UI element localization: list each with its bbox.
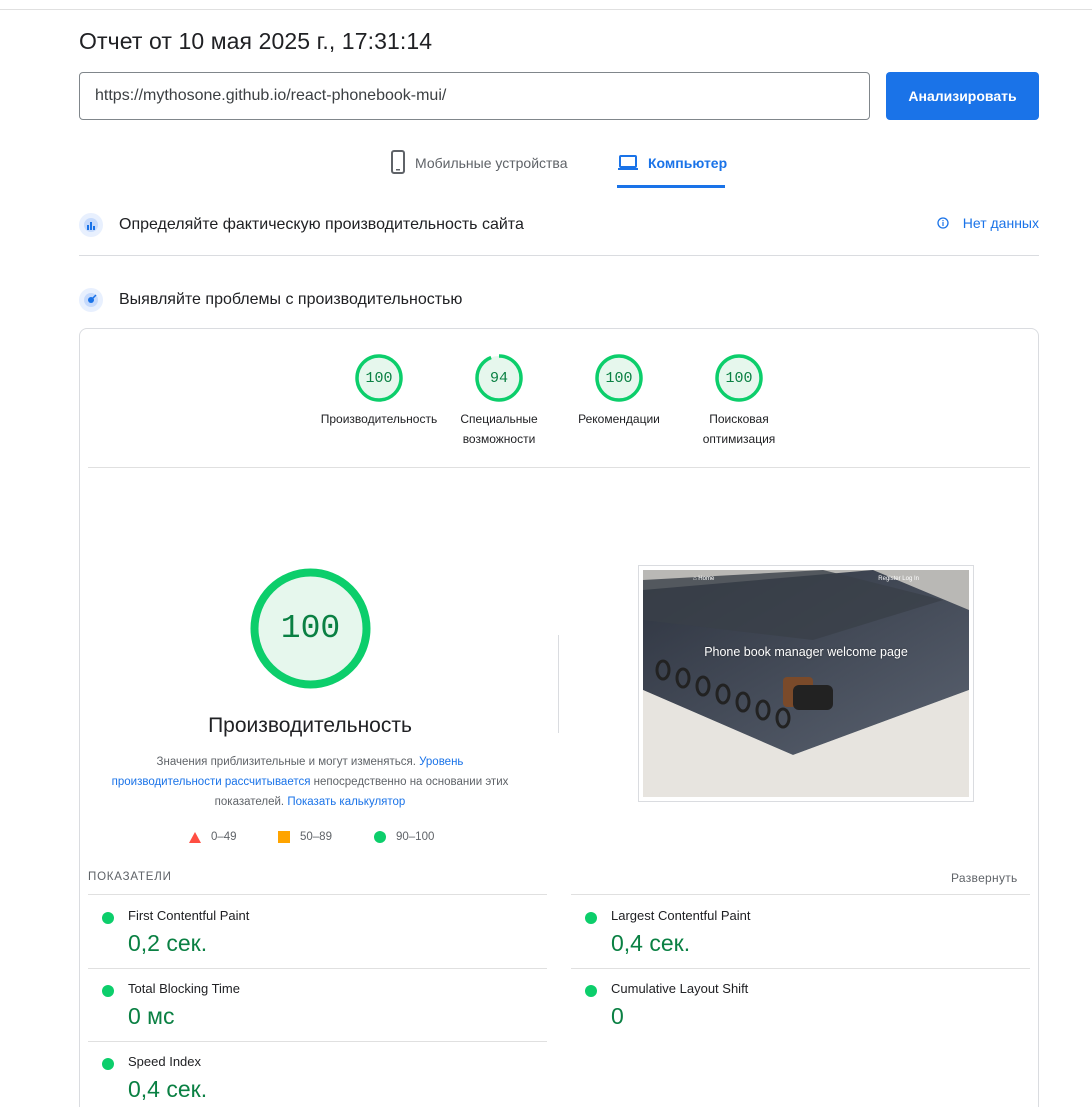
tab-mobile-label: Мобильные устройства — [415, 155, 568, 171]
metric-divider — [88, 968, 547, 969]
metric-divider — [571, 968, 1030, 969]
legend-range: 0–49 — [211, 831, 237, 843]
page-screenshot[interactable]: ⌂ Home Register Log In Phone book manage… — [638, 565, 974, 802]
metric-value: 0,4 сек. — [128, 1076, 208, 1102]
legend-pass: 90–100 — [374, 831, 434, 843]
top-divider — [0, 9, 1092, 10]
legend-range: 50–89 — [300, 831, 332, 843]
metric-divider — [88, 1041, 547, 1042]
field-data-title: Определяйте фактическую производительнос… — [119, 216, 524, 233]
circle-icon — [374, 831, 386, 843]
no-data-link[interactable]: Нет данных — [937, 215, 1039, 231]
metric-value: 0,2 сек. — [128, 930, 208, 956]
metric-name: Largest Contentful Paint — [611, 908, 751, 923]
show-calculator-link[interactable]: Показать калькулятор — [287, 796, 405, 808]
pass-dot-icon — [585, 985, 597, 997]
pass-dot-icon — [585, 912, 597, 924]
metric-value: 0,4 сек. — [611, 930, 691, 956]
tab-desktop[interactable]: Компьютер — [617, 150, 728, 188]
metric-name: Speed Index — [128, 1054, 202, 1069]
desc-text: Значения приблизительные и могут изменят… — [156, 756, 416, 768]
metric-name: Cumulative Layout Shift — [611, 981, 749, 996]
info-icon — [937, 217, 949, 229]
score-accessibility[interactable]: 94 Специальные возможности — [449, 353, 549, 449]
score-label: Рекомендации — [578, 412, 660, 426]
square-icon — [278, 831, 290, 843]
screenshot-image: ⌂ Home Register Log In Phone book manage… — [643, 570, 969, 797]
field-data-icon — [79, 213, 103, 237]
triangle-icon — [189, 831, 201, 843]
tab-desktop-label: Компьютер — [648, 155, 728, 171]
url-input[interactable] — [79, 72, 870, 120]
gauges-divider — [88, 467, 1030, 468]
section-divider — [79, 255, 1039, 256]
legend-fail: 0–49 — [189, 831, 237, 843]
phone-icon — [390, 150, 406, 174]
metric-name: Total Blocking Time — [128, 981, 240, 996]
lab-data-section: Выявляйте проблемы с производительностью — [79, 285, 1039, 315]
analyze-button[interactable]: Анализировать — [886, 72, 1039, 120]
metric-divider — [571, 894, 1030, 895]
score-seo[interactable]: 100 Поисковая оптимизация — [689, 353, 789, 449]
score-performance[interactable]: 100 Производительность — [319, 353, 439, 429]
field-data-section: Определяйте фактическую производительнос… — [79, 210, 1039, 240]
metric-value: 0 мс — [128, 1003, 175, 1029]
metric-value: 0 — [611, 1003, 624, 1029]
performance-description: Значения приблизительные и могут изменят… — [110, 752, 510, 812]
score-best-practices[interactable]: 100 Рекомендации — [569, 353, 669, 429]
score-value: 100 — [725, 369, 753, 387]
score-label: Специальные возможности — [460, 412, 538, 446]
score-label: Поисковая оптимизация — [702, 412, 776, 446]
metric-divider — [88, 894, 547, 895]
screenshot-caption: Phone book manager welcome page — [704, 645, 908, 659]
performance-title: Производительность — [208, 714, 412, 737]
score-value: 94 — [489, 369, 508, 387]
expand-button[interactable]: Развернуть — [951, 871, 1018, 885]
vertical-separator — [558, 635, 559, 733]
lab-data-title: Выявляйте проблемы с производительностью — [119, 291, 463, 308]
pass-dot-icon — [102, 912, 114, 924]
tab-mobile[interactable]: Мобильные устройства — [390, 150, 568, 188]
pass-dot-icon — [102, 1058, 114, 1070]
performance-score: 100 — [280, 610, 341, 647]
score-value: 100 — [365, 369, 393, 387]
score-label: Производительность — [320, 412, 438, 426]
metrics-header: ПОКАЗАТЕЛИ — [88, 871, 172, 883]
score-value: 100 — [605, 369, 633, 387]
lab-data-icon — [79, 288, 103, 312]
no-data-label: Нет данных — [962, 215, 1039, 231]
laptop-icon — [617, 150, 639, 174]
notebook-illustration — [643, 570, 969, 797]
legend-range: 90–100 — [396, 831, 435, 843]
screenshot-nav-auth: Register Log In — [878, 576, 919, 582]
legend-average: 50–89 — [278, 831, 332, 843]
screenshot-nav-home: ⌂ Home — [693, 576, 715, 582]
metric-name: First Contentful Paint — [128, 908, 250, 923]
pass-dot-icon — [102, 985, 114, 997]
report-title: Отчет от 10 мая 2025 г., 17:31:14 — [79, 28, 433, 54]
